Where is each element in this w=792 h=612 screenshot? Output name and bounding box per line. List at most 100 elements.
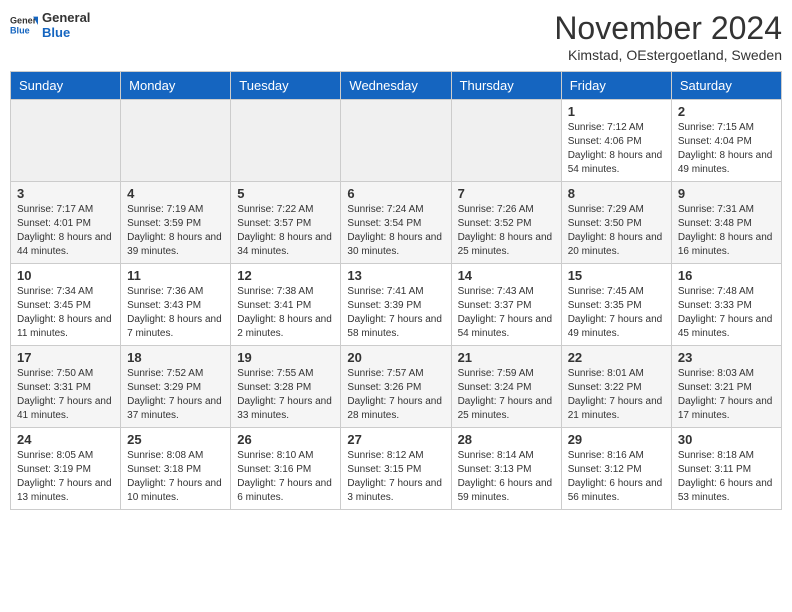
day-info: Sunrise: 7:48 AM Sunset: 3:33 PM Dayligh… xyxy=(678,285,775,341)
day-info: Sunrise: 8:05 AM Sunset: 3:19 PM Dayligh… xyxy=(17,449,114,505)
day-number: 22 xyxy=(568,350,665,365)
page-header: General Blue General Blue November 2024 … xyxy=(10,10,782,63)
calendar-cell xyxy=(451,100,561,182)
logo: General Blue General Blue xyxy=(10,10,90,40)
day-of-week-header: Friday xyxy=(561,72,671,100)
calendar-cell: 25Sunrise: 8:08 AM Sunset: 3:18 PM Dayli… xyxy=(121,428,231,510)
calendar-cell: 8 Sunrise: 7:29 AM Sunset: 3:50 PM Daylig… xyxy=(561,182,671,264)
day-info: Sunrise: 7:24 AM Sunset: 3:54 PM Dayligh… xyxy=(347,203,444,259)
calendar-cell: 26 Sunrise: 8:10 AM Sunset: 3:16 PM Dayli… xyxy=(231,428,341,510)
calendar-cell: 22 Sunrise: 8:01 AM Sunset: 3:22 PM Dayli… xyxy=(561,346,671,428)
calendar-cell: 6 Sunrise: 7:24 AM Sunset: 3:54 PM Daylig… xyxy=(341,182,451,264)
day-info: Sunrise: 7:26 AM Sunset: 3:52 PM Dayligh… xyxy=(458,203,555,259)
calendar-week-row: 1 Sunrise: 7:12 AM Sunset: 4:06 PM Daylig… xyxy=(11,100,782,182)
day-number: 6 xyxy=(347,186,444,201)
day-of-week-header: Saturday xyxy=(671,72,781,100)
calendar-cell: 18Sunrise: 7:52 AM Sunset: 3:29 PM Dayli… xyxy=(121,346,231,428)
calendar-cell xyxy=(11,100,121,182)
day-info: Sunrise: 7:59 AM Sunset: 3:24 PM Dayligh… xyxy=(458,367,555,423)
day-info: Sunrise: 8:01 AM Sunset: 3:22 PM Dayligh… xyxy=(568,367,665,423)
calendar-cell: 7 Sunrise: 7:26 AM Sunset: 3:52 PM Daylig… xyxy=(451,182,561,264)
day-number: 8 xyxy=(568,186,665,201)
day-number: 18 xyxy=(127,350,224,365)
day-number: 30 xyxy=(678,432,775,447)
calendar-cell: 28Sunrise: 8:14 AM Sunset: 3:13 PM Dayli… xyxy=(451,428,561,510)
day-info: Sunrise: 8:18 AM Sunset: 3:11 PM Dayligh… xyxy=(678,449,775,505)
day-of-week-header: Tuesday xyxy=(231,72,341,100)
calendar-cell: 21 Sunrise: 7:59 AM Sunset: 3:24 PM Dayli… xyxy=(451,346,561,428)
day-info: Sunrise: 7:36 AM Sunset: 3:43 PM Dayligh… xyxy=(127,285,224,341)
day-number: 29 xyxy=(568,432,665,447)
day-number: 19 xyxy=(237,350,334,365)
month-title: November 2024 xyxy=(554,10,782,47)
day-number: 21 xyxy=(458,350,555,365)
day-info: Sunrise: 7:55 AM Sunset: 3:28 PM Dayligh… xyxy=(237,367,334,423)
day-number: 15 xyxy=(568,268,665,283)
day-info: Sunrise: 8:16 AM Sunset: 3:12 PM Dayligh… xyxy=(568,449,665,505)
day-info: Sunrise: 8:03 AM Sunset: 3:21 PM Dayligh… xyxy=(678,367,775,423)
svg-text:Blue: Blue xyxy=(10,25,30,35)
calendar-cell: 23Sunrise: 8:03 AM Sunset: 3:21 PM Dayli… xyxy=(671,346,781,428)
day-info: Sunrise: 7:29 AM Sunset: 3:50 PM Dayligh… xyxy=(568,203,665,259)
day-info: Sunrise: 7:45 AM Sunset: 3:35 PM Dayligh… xyxy=(568,285,665,341)
calendar-week-row: 3Sunrise: 7:17 AM Sunset: 4:01 PM Daylig… xyxy=(11,182,782,264)
calendar-cell: 4 Sunrise: 7:19 AM Sunset: 3:59 PM Daylig… xyxy=(121,182,231,264)
day-info: Sunrise: 8:10 AM Sunset: 3:16 PM Dayligh… xyxy=(237,449,334,505)
calendar-week-row: 10 Sunrise: 7:34 AM Sunset: 3:45 PM Dayli… xyxy=(11,264,782,346)
calendar-cell xyxy=(121,100,231,182)
logo-blue: Blue xyxy=(42,25,90,40)
day-info: Sunrise: 7:38 AM Sunset: 3:41 PM Dayligh… xyxy=(237,285,334,341)
calendar-cell: 16 Sunrise: 7:48 AM Sunset: 3:33 PM Dayli… xyxy=(671,264,781,346)
day-info: Sunrise: 7:57 AM Sunset: 3:26 PM Dayligh… xyxy=(347,367,444,423)
day-info: Sunrise: 7:31 AM Sunset: 3:48 PM Dayligh… xyxy=(678,203,775,259)
calendar-cell: 9Sunrise: 7:31 AM Sunset: 3:48 PM Daylig… xyxy=(671,182,781,264)
calendar-cell: 29 Sunrise: 8:16 AM Sunset: 3:12 PM Dayli… xyxy=(561,428,671,510)
calendar-cell: 30 Sunrise: 8:18 AM Sunset: 3:11 PM Dayli… xyxy=(671,428,781,510)
day-of-week-header: Monday xyxy=(121,72,231,100)
day-info: Sunrise: 7:50 AM Sunset: 3:31 PM Dayligh… xyxy=(17,367,114,423)
day-of-week-header: Thursday xyxy=(451,72,561,100)
calendar-cell: 27Sunrise: 8:12 AM Sunset: 3:15 PM Dayli… xyxy=(341,428,451,510)
calendar-week-row: 17Sunrise: 7:50 AM Sunset: 3:31 PM Dayli… xyxy=(11,346,782,428)
calendar-cell: 10 Sunrise: 7:34 AM Sunset: 3:45 PM Dayli… xyxy=(11,264,121,346)
calendar-cell: 13Sunrise: 7:41 AM Sunset: 3:39 PM Dayli… xyxy=(341,264,451,346)
calendar-cell: 14Sunrise: 7:43 AM Sunset: 3:37 PM Dayli… xyxy=(451,264,561,346)
day-number: 12 xyxy=(237,268,334,283)
calendar-cell: 17Sunrise: 7:50 AM Sunset: 3:31 PM Dayli… xyxy=(11,346,121,428)
calendar-table: SundayMondayTuesdayWednesdayThursdayFrid… xyxy=(10,71,782,510)
location: Kimstad, OEstergoetland, Sweden xyxy=(554,47,782,63)
calendar-cell: 19 Sunrise: 7:55 AM Sunset: 3:28 PM Dayli… xyxy=(231,346,341,428)
day-number: 26 xyxy=(237,432,334,447)
day-number: 7 xyxy=(458,186,555,201)
day-number: 24 xyxy=(17,432,114,447)
day-number: 3 xyxy=(17,186,114,201)
day-number: 2 xyxy=(678,104,775,119)
day-number: 1 xyxy=(568,104,665,119)
day-number: 27 xyxy=(347,432,444,447)
day-of-week-header: Wednesday xyxy=(341,72,451,100)
day-of-week-header: Sunday xyxy=(11,72,121,100)
day-number: 4 xyxy=(127,186,224,201)
logo-general: General xyxy=(42,10,90,25)
day-info: Sunrise: 7:15 AM Sunset: 4:04 PM Dayligh… xyxy=(678,121,775,177)
day-info: Sunrise: 7:22 AM Sunset: 3:57 PM Dayligh… xyxy=(237,203,334,259)
calendar-cell: 11Sunrise: 7:36 AM Sunset: 3:43 PM Dayli… xyxy=(121,264,231,346)
day-number: 5 xyxy=(237,186,334,201)
day-number: 13 xyxy=(347,268,444,283)
day-info: Sunrise: 8:14 AM Sunset: 3:13 PM Dayligh… xyxy=(458,449,555,505)
day-info: Sunrise: 7:34 AM Sunset: 3:45 PM Dayligh… xyxy=(17,285,114,341)
calendar-cell: 1 Sunrise: 7:12 AM Sunset: 4:06 PM Daylig… xyxy=(561,100,671,182)
calendar-cell: 3Sunrise: 7:17 AM Sunset: 4:01 PM Daylig… xyxy=(11,182,121,264)
calendar-cell: 5 Sunrise: 7:22 AM Sunset: 3:57 PM Daylig… xyxy=(231,182,341,264)
day-info: Sunrise: 7:12 AM Sunset: 4:06 PM Dayligh… xyxy=(568,121,665,177)
day-info: Sunrise: 7:19 AM Sunset: 3:59 PM Dayligh… xyxy=(127,203,224,259)
calendar-cell xyxy=(231,100,341,182)
day-number: 10 xyxy=(17,268,114,283)
logo-icon: General Blue xyxy=(10,11,38,39)
day-number: 16 xyxy=(678,268,775,283)
day-info: Sunrise: 7:43 AM Sunset: 3:37 PM Dayligh… xyxy=(458,285,555,341)
title-block: November 2024 Kimstad, OEstergoetland, S… xyxy=(554,10,782,63)
calendar-header-row: SundayMondayTuesdayWednesdayThursdayFrid… xyxy=(11,72,782,100)
calendar-cell: 20 Sunrise: 7:57 AM Sunset: 3:26 PM Dayli… xyxy=(341,346,451,428)
day-number: 20 xyxy=(347,350,444,365)
